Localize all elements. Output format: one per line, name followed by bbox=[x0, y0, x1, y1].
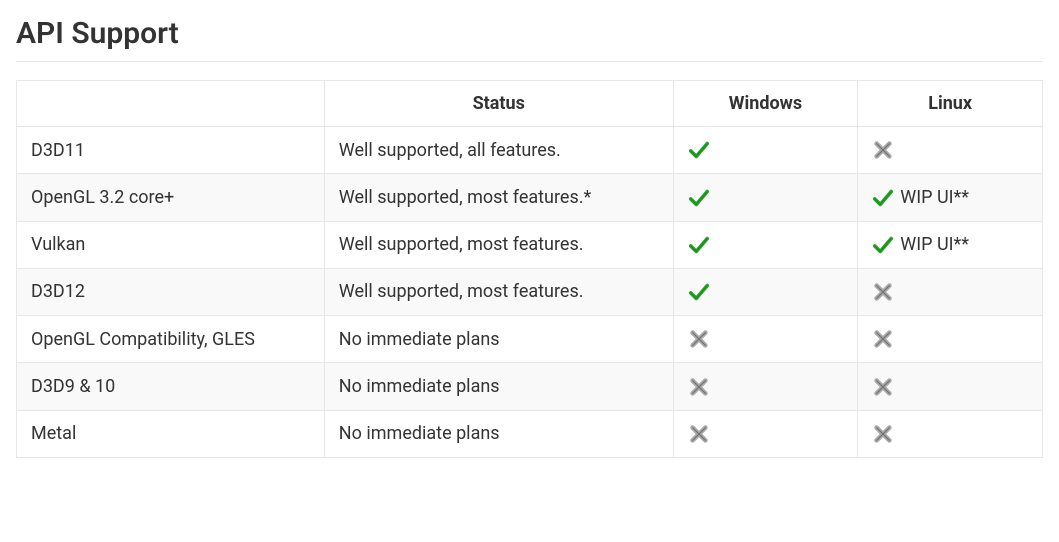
table-row: D3D9 & 10No immediate plans bbox=[17, 363, 1043, 410]
windows-support-cell bbox=[673, 174, 858, 221]
windows-support-cell bbox=[673, 268, 858, 315]
status-text: Well supported, most features. bbox=[324, 268, 673, 315]
api-name: D3D11 bbox=[17, 127, 325, 174]
windows-support-cell bbox=[673, 316, 858, 363]
windows-support-cell bbox=[673, 221, 858, 268]
windows-support-cell bbox=[673, 127, 858, 174]
support-note: WIP UI** bbox=[900, 187, 969, 208]
status-text: No immediate plans bbox=[324, 316, 673, 363]
cross-icon bbox=[872, 281, 894, 303]
cross-icon bbox=[688, 328, 710, 350]
windows-support-cell bbox=[673, 363, 858, 410]
check-icon bbox=[688, 139, 710, 161]
linux-support-cell bbox=[858, 127, 1043, 174]
linux-support-cell: WIP UI** bbox=[858, 221, 1043, 268]
status-text: No immediate plans bbox=[324, 363, 673, 410]
check-icon bbox=[872, 234, 894, 256]
check-icon bbox=[688, 234, 710, 256]
api-name: OpenGL 3.2 core+ bbox=[17, 174, 325, 221]
support-note: WIP UI** bbox=[900, 234, 969, 255]
col-header-windows: Windows bbox=[673, 81, 858, 127]
cross-icon bbox=[688, 376, 710, 398]
check-icon bbox=[688, 281, 710, 303]
col-header-blank bbox=[17, 81, 325, 127]
table-row: VulkanWell supported, most features. WIP… bbox=[17, 221, 1043, 268]
linux-support-cell bbox=[858, 316, 1043, 363]
status-text: Well supported, most features. bbox=[324, 221, 673, 268]
check-icon bbox=[688, 187, 710, 209]
status-text: Well supported, all features. bbox=[324, 127, 673, 174]
linux-support-cell bbox=[858, 268, 1043, 315]
api-name: D3D12 bbox=[17, 268, 325, 315]
table-row: OpenGL Compatibility, GLESNo immediate p… bbox=[17, 316, 1043, 363]
table-row: D3D11Well supported, all features. bbox=[17, 127, 1043, 174]
status-text: Well supported, most features.* bbox=[324, 174, 673, 221]
linux-support-cell bbox=[858, 410, 1043, 457]
table-row: D3D12Well supported, most features. bbox=[17, 268, 1043, 315]
api-name: Metal bbox=[17, 410, 325, 457]
cross-icon bbox=[872, 328, 894, 350]
api-name: D3D9 & 10 bbox=[17, 363, 325, 410]
linux-support-cell bbox=[858, 363, 1043, 410]
section-heading: API Support bbox=[16, 16, 1043, 62]
col-header-linux: Linux bbox=[858, 81, 1043, 127]
status-text: No immediate plans bbox=[324, 410, 673, 457]
api-name: Vulkan bbox=[17, 221, 325, 268]
cross-icon bbox=[872, 376, 894, 398]
cross-icon bbox=[872, 139, 894, 161]
api-name: OpenGL Compatibility, GLES bbox=[17, 316, 325, 363]
table-row: OpenGL 3.2 core+Well supported, most fea… bbox=[17, 174, 1043, 221]
windows-support-cell bbox=[673, 410, 858, 457]
col-header-status: Status bbox=[324, 81, 673, 127]
api-support-table: Status Windows Linux D3D11Well supported… bbox=[16, 80, 1043, 458]
linux-support-cell: WIP UI** bbox=[858, 174, 1043, 221]
check-icon bbox=[872, 187, 894, 209]
cross-icon bbox=[688, 423, 710, 445]
table-row: MetalNo immediate plans bbox=[17, 410, 1043, 457]
cross-icon bbox=[872, 423, 894, 445]
